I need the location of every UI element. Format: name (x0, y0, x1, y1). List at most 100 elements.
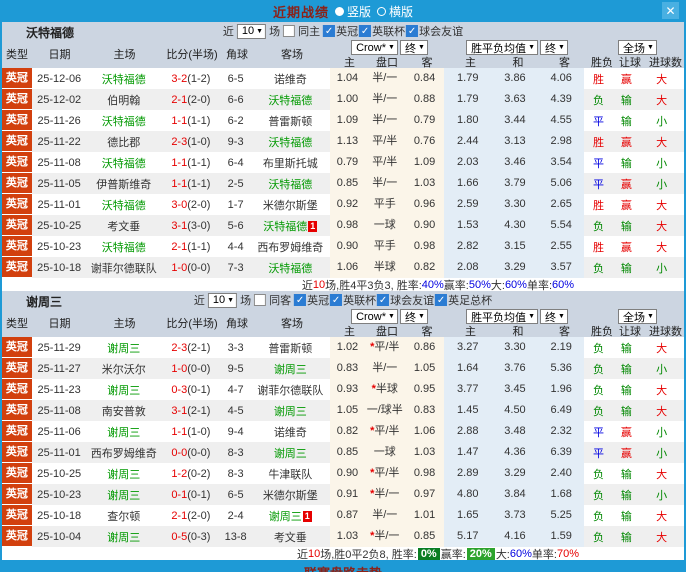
asian-away-odds: 0.86 (405, 337, 445, 358)
team-name: 诺维奇 (274, 427, 307, 439)
league-checkbox-checked[interactable]: ✓ (406, 25, 418, 37)
odds-value: 0.83 (414, 404, 435, 416)
score: 1-0(0-0) (161, 262, 221, 274)
result-goals: 小 (639, 113, 684, 129)
league-checkbox-checked[interactable]: ✓ (323, 25, 335, 37)
odds-value: 1.13 (337, 135, 358, 147)
team-name: 沃特福德 (268, 263, 312, 275)
asian-home-odds: 0.90 (330, 236, 365, 257)
euro-away-odds: 1.59 (539, 526, 584, 547)
odds-value: 1.00 (337, 93, 358, 105)
result-outcome: 平 (584, 176, 614, 192)
red-card-badge: 1 (303, 511, 312, 522)
recent-count-select[interactable]: 10▼ (237, 24, 266, 39)
column-header: 类型 (2, 46, 32, 62)
sub-column-header: 进球数 (643, 54, 686, 70)
euro-home-odds: 1.79 (444, 89, 491, 110)
halftime-score: (2-1) (187, 342, 210, 354)
asian-away-odds: 1.03 (405, 442, 445, 463)
recent-count-select[interactable]: 10▼ (208, 293, 237, 308)
asian-home-odds: 0.85 (330, 442, 365, 463)
odds-value: 1.09 (337, 114, 358, 126)
fulltime-score: 2-3 (171, 342, 187, 354)
odds-value: 0.79 (337, 156, 358, 168)
away-team: 沃特福德 (251, 260, 331, 276)
match-row: 英冠25-10-25谢周三1-2(0-2)8-3牛津联队0.90*平/半0.98… (2, 463, 684, 484)
home-team: 西布罗姆维奇 (87, 445, 162, 461)
away-team: 谢菲尔德联队 (251, 382, 331, 398)
match-row: 英冠25-10-18查尔顿2-1(2-0)2-4谢周三10.87半/一1.011… (2, 505, 684, 526)
league-checkbox-checked[interactable]: ✓ (377, 294, 389, 306)
fulltime-score: 0-3 (171, 384, 187, 396)
halftime-score: (1-1) (187, 178, 210, 190)
euro-draw-odds: 4.16 (491, 526, 539, 547)
chevron-down-icon: ▼ (528, 44, 535, 51)
asian-away-odds: 0.84 (405, 68, 445, 89)
asian-away-odds: 1.06 (405, 421, 445, 442)
column-header: 主场 (87, 46, 162, 62)
result-outcome: 负 (584, 529, 614, 545)
euro-away-odds: 4.06 (539, 68, 584, 89)
result-outcome: 胜 (584, 134, 614, 150)
result-outcome: 负 (584, 403, 614, 419)
asian-away-odds: 0.90 (405, 215, 445, 236)
same-venue-checkbox[interactable] (254, 294, 266, 306)
euro-away-odds: 1.96 (539, 379, 584, 400)
score: 1-1(1-0) (161, 426, 221, 438)
corner-score: 8-3 (221, 447, 251, 459)
corner-score: 6-6 (221, 94, 251, 106)
euro-draw-odds: 3.86 (491, 68, 539, 89)
away-team: 谢周三1 (251, 508, 331, 524)
odds-value: 平手 (374, 240, 396, 252)
summary-part: 0% (418, 548, 440, 560)
titlebar: 近期战绩 竖版 横版 ✕ (2, 0, 684, 22)
corner-score: 1-7 (221, 199, 251, 211)
chevron-down-icon: ▼ (647, 313, 654, 320)
fulltime-score: 0-0 (171, 447, 187, 459)
euro-draw-odds: 3.76 (491, 358, 539, 379)
corner-score: 4-4 (221, 241, 251, 253)
asian-home-odds: 1.00 (330, 89, 365, 110)
result-goals: 大 (639, 382, 684, 398)
radio-vertical-label: 竖版 (347, 3, 371, 20)
radio-horizontal-layout[interactable]: 横版 (377, 3, 413, 20)
odds-value: 0.83 (337, 362, 358, 374)
same-venue-checkbox[interactable] (283, 25, 295, 37)
team-name: 沃特福德 (268, 179, 312, 191)
corner-score: 13-8 (221, 531, 251, 543)
summary-part: 60% (552, 279, 574, 291)
league-checkbox-checked[interactable]: ✓ (435, 294, 447, 306)
summary-part: 10 (313, 279, 325, 291)
asian-handicap: 半/一 (365, 68, 405, 89)
asian-home-odds: 1.09 (330, 110, 365, 131)
corner-score: 6-5 (221, 489, 251, 501)
near-label: 近 (223, 23, 234, 39)
fulltime-score: 3-1 (171, 405, 187, 417)
result-handicap: 赢 (613, 445, 639, 461)
odds-value: 一球 (374, 219, 396, 231)
games-label: 场 (240, 292, 251, 308)
league-checkbox-checked[interactable]: ✓ (294, 294, 306, 306)
match-date: 25-12-06 (32, 73, 87, 85)
radio-vertical-layout[interactable]: 竖版 (335, 3, 371, 20)
asian-home-odds: 0.98 (330, 215, 365, 236)
score: 2-3(2-1) (161, 342, 221, 354)
match-date: 25-10-18 (32, 510, 87, 522)
result-goals: 小 (639, 487, 684, 503)
asian-handicap: 半/一 (365, 110, 405, 131)
asian-home-odds: 0.82 (330, 421, 365, 442)
odds-value: 半/一 (372, 362, 397, 374)
close-icon[interactable]: ✕ (662, 2, 679, 19)
team-name: 西布罗姆维奇 (91, 448, 157, 460)
corner-score: 6-5 (221, 73, 251, 85)
corner-score: 8-3 (221, 468, 251, 480)
league-checkbox-checked[interactable]: ✓ (330, 294, 342, 306)
home-team: 考文垂 (87, 218, 162, 234)
column-header: 日期 (32, 315, 87, 331)
team-name: 谢周三 (274, 448, 307, 460)
result-outcome: 负 (584, 361, 614, 377)
team-name: 沃特福德 (263, 221, 307, 233)
halftime-score: (0-0) (187, 447, 210, 459)
league-checkbox-checked[interactable]: ✓ (359, 25, 371, 37)
team-name: 南安普敦 (102, 406, 146, 418)
